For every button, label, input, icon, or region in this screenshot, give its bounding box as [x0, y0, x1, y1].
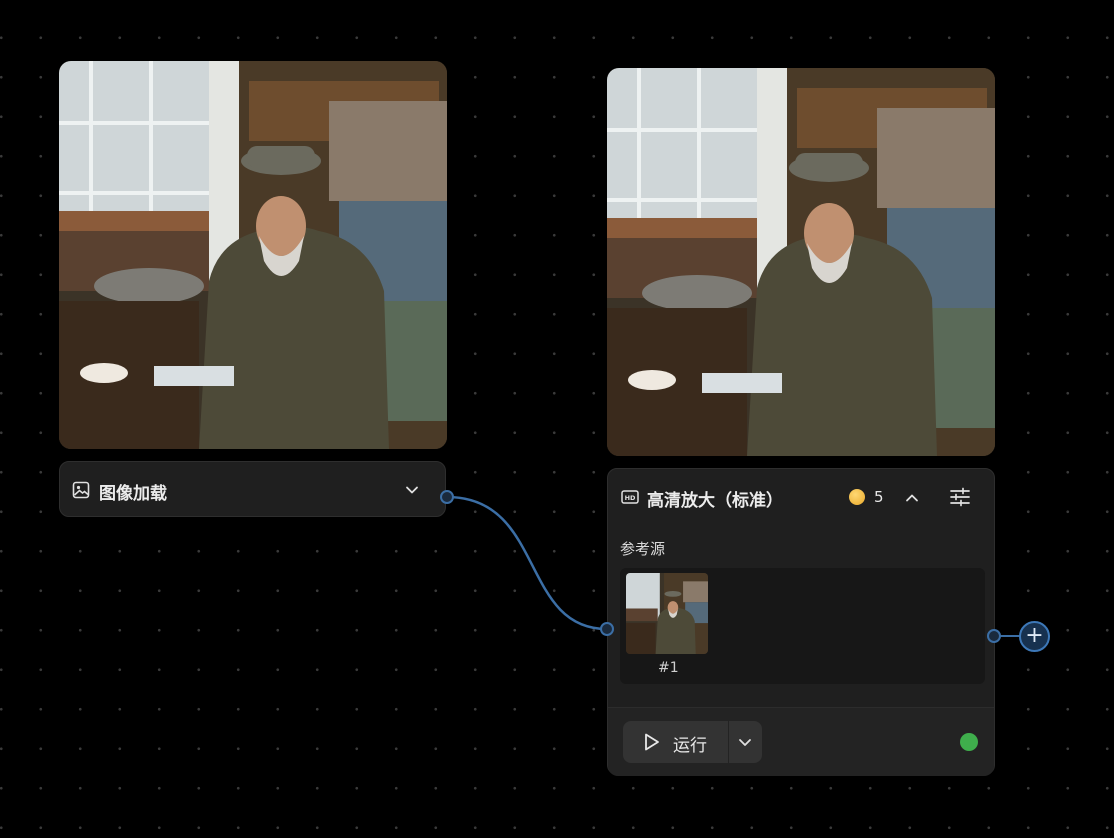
image-icon: [72, 481, 90, 503]
chevron-down-icon: [737, 734, 753, 754]
upscale-input-port[interactable]: [600, 622, 614, 636]
reference-source-label: 参考源: [620, 540, 666, 558]
image-loader-output-port[interactable]: [440, 490, 454, 504]
status-indicator: [960, 733, 978, 751]
image-loader-title: 图像加载: [99, 484, 167, 504]
svg-text:HD: HD: [625, 494, 636, 502]
upscale-node-title: 高清放大（标准）: [647, 491, 783, 511]
upscale-output-port[interactable]: [987, 629, 1001, 643]
run-options-dropdown[interactable]: [729, 721, 762, 763]
run-button-label: 运行: [673, 736, 707, 756]
reference-index: #1: [658, 660, 679, 676]
image-loader-node[interactable]: 图像加载: [59, 461, 446, 517]
chevron-up-icon[interactable]: [903, 489, 921, 511]
add-node-button[interactable]: +: [1019, 621, 1050, 652]
cost-count: 5: [874, 488, 884, 506]
chevron-down-icon[interactable]: [403, 481, 421, 503]
hd-icon: HD: [621, 489, 639, 509]
upscale-node: HD 高清放大（标准） 5 参考源 #1 运行: [607, 468, 995, 776]
upscaled-image-preview: [607, 68, 995, 456]
reference-source-area: #1: [620, 568, 985, 684]
run-button[interactable]: 运行: [623, 721, 728, 763]
source-image-preview: [59, 61, 447, 449]
coin-icon: [849, 489, 865, 505]
play-icon: [641, 732, 661, 756]
settings-sliders-icon[interactable]: [949, 487, 971, 511]
reference-thumbnail[interactable]: [626, 573, 708, 654]
node-footer: 运行: [608, 707, 994, 776]
